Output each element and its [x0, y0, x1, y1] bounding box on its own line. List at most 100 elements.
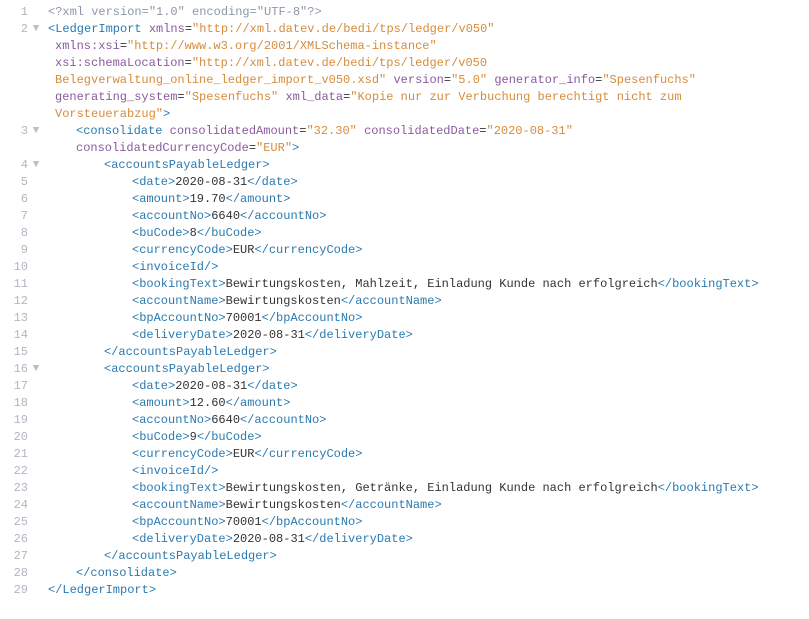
code-line: <bpAccountNo>70001</bpAccountNo> [48, 310, 797, 327]
xml-editor: 12▼3▼4▼5678910111213141516▼1718192021222… [0, 0, 809, 619]
gutter-line: 25 [10, 514, 42, 531]
gutter-line: 6 [10, 191, 42, 208]
gutter-line: 15 [10, 344, 42, 361]
line-number: 3 [10, 123, 28, 140]
fold-marker[interactable]: ▼ [30, 21, 42, 38]
gutter-line: 12 [10, 293, 42, 310]
code-line: <deliveryDate>2020-08-31</deliveryDate> [48, 327, 797, 344]
line-number: 15 [10, 344, 28, 361]
line-number: 6 [10, 191, 28, 208]
line-number: 19 [10, 412, 28, 429]
line-number: 8 [10, 225, 28, 242]
line-number: 14 [10, 327, 28, 344]
code-line: <accountNo>6640</accountNo> [48, 412, 797, 429]
line-number: 25 [10, 514, 28, 531]
fold-marker[interactable]: ▼ [30, 157, 42, 174]
code-line: <accountName>Bewirtungskosten</accountNa… [48, 497, 797, 514]
gutter-line: 17 [10, 378, 42, 395]
gutter-line: 14 [10, 327, 42, 344]
line-number: 16 [10, 361, 28, 378]
code-line: <accountNo>6640</accountNo> [48, 208, 797, 225]
line-number: 26 [10, 531, 28, 548]
code-line: <accountsPayableLedger> [48, 157, 797, 174]
code-line: <invoiceId/> [48, 259, 797, 276]
line-number: 10 [10, 259, 28, 276]
code-line: <amount>19.70</amount> [48, 191, 797, 208]
code-line: <currencyCode>EUR</currencyCode> [48, 242, 797, 259]
line-number: 23 [10, 480, 28, 497]
code-line: </accountsPayableLedger> [48, 548, 797, 565]
line-number: 4 [10, 157, 28, 174]
code-line: <buCode>9</buCode> [48, 429, 797, 446]
line-number: 17 [10, 378, 28, 395]
code-line: <buCode>8</buCode> [48, 225, 797, 242]
code-line: <accountsPayableLedger> [48, 361, 797, 378]
gutter-line: 7 [10, 208, 42, 225]
gutter-line: 4▼ [10, 157, 42, 174]
line-number: 21 [10, 446, 28, 463]
gutter-line [10, 89, 42, 123]
code-area: <?xml version="1.0" encoding="UTF-8"?><L… [48, 4, 809, 599]
gutter-line: 23 [10, 480, 42, 497]
gutter-line: 20 [10, 429, 42, 446]
gutter-line: 22 [10, 463, 42, 480]
code-line-continuation: generating_system="Spesenfuchs" xml_data… [48, 89, 797, 123]
gutter-line: 21 [10, 446, 42, 463]
gutter-line: 9 [10, 242, 42, 259]
line-number: 2 [10, 21, 28, 38]
code-line: <currencyCode>EUR</currencyCode> [48, 446, 797, 463]
code-line: <bookingText>Bewirtungskosten, Mahlzeit,… [48, 276, 797, 293]
code-line: </accountsPayableLedger> [48, 344, 797, 361]
line-number: 20 [10, 429, 28, 446]
code-line: <bpAccountNo>70001</bpAccountNo> [48, 514, 797, 531]
code-line: <amount>12.60</amount> [48, 395, 797, 412]
gutter-line: 26 [10, 531, 42, 548]
gutter-line: 16▼ [10, 361, 42, 378]
gutter-line: 1 [10, 4, 42, 21]
code-line-continuation: xmlns:xsi="http://www.w3.org/2001/XMLSch… [48, 38, 797, 55]
fold-marker[interactable]: ▼ [30, 123, 42, 140]
code-line: <invoiceId/> [48, 463, 797, 480]
code-line: <accountName>Bewirtungskosten</accountNa… [48, 293, 797, 310]
line-number: 18 [10, 395, 28, 412]
line-number: 1 [10, 4, 28, 21]
code-line: <date>2020-08-31</date> [48, 378, 797, 395]
line-number: 9 [10, 242, 28, 259]
gutter-line: 10 [10, 259, 42, 276]
code-line-continuation: xsi:schemaLocation="http://xml.datev.de/… [48, 55, 797, 89]
line-number: 27 [10, 548, 28, 565]
gutter-line: 28 [10, 565, 42, 582]
code-line: <consolidate consolidatedAmount="32.30" … [48, 123, 797, 157]
line-number: 13 [10, 310, 28, 327]
gutter-line [10, 55, 42, 89]
gutter-line: 27 [10, 548, 42, 565]
gutter-line: 11 [10, 276, 42, 293]
gutter-line: 19 [10, 412, 42, 429]
line-number: 5 [10, 174, 28, 191]
gutter-line [10, 38, 42, 55]
code-line: <date>2020-08-31</date> [48, 174, 797, 191]
line-number: 11 [10, 276, 28, 293]
gutter-line: 24 [10, 497, 42, 514]
line-number: 22 [10, 463, 28, 480]
code-line: <deliveryDate>2020-08-31</deliveryDate> [48, 531, 797, 548]
line-number: 29 [10, 582, 28, 599]
line-number: 7 [10, 208, 28, 225]
gutter-line: 2▼ [10, 21, 42, 38]
fold-marker[interactable]: ▼ [30, 361, 42, 378]
gutter-line: 29 [10, 582, 42, 599]
line-number: 28 [10, 565, 28, 582]
gutter-line: 18 [10, 395, 42, 412]
code-line: <?xml version="1.0" encoding="UTF-8"?> [48, 4, 797, 21]
gutter-line: 13 [10, 310, 42, 327]
code-line: <LedgerImport xmlns="http://xml.datev.de… [48, 21, 797, 38]
line-number-gutter: 12▼3▼4▼5678910111213141516▼1718192021222… [0, 4, 48, 599]
code-line: </consolidate> [48, 565, 797, 582]
code-line: </LedgerImport> [48, 582, 797, 599]
line-number: 12 [10, 293, 28, 310]
gutter-line: 3▼ [10, 123, 42, 157]
gutter-line: 5 [10, 174, 42, 191]
code-line: <bookingText>Bewirtungskosten, Getränke,… [48, 480, 797, 497]
gutter-line: 8 [10, 225, 42, 242]
line-number: 24 [10, 497, 28, 514]
